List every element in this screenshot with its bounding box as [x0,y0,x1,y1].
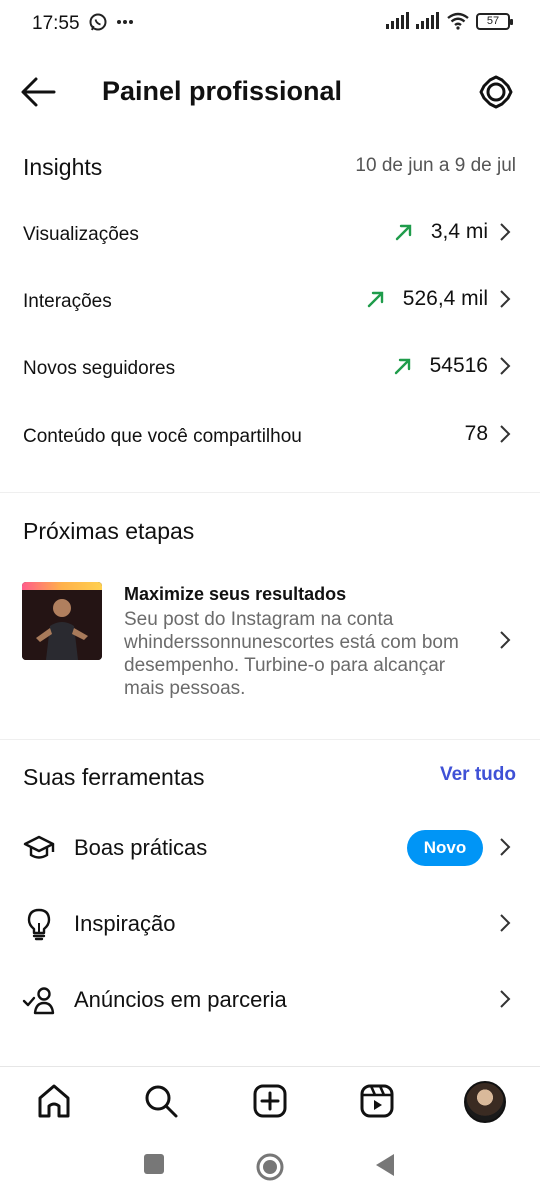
back-button[interactable] [18,74,58,110]
metric-value: 3,4 mi [430,220,488,243]
insights-title: Insights [23,154,103,180]
see-all-link[interactable]: Ver tudo [440,764,516,786]
home-circle-icon[interactable] [255,1152,285,1182]
header: Painel profissional [0,60,540,124]
promo-card[interactable]: Maximize seus resultados Seu post do Ins… [0,572,540,712]
back-triangle-icon[interactable] [372,1152,396,1178]
metric-value: 78 [464,422,488,445]
promo-body: Seu post do Instagram na conta whinderss… [124,609,459,699]
metric-row-visualizations[interactable]: Visualizações 3,4 mi [0,208,540,264]
metric-label: Novos seguidores [23,358,176,379]
metric-row-new-followers[interactable]: Novos seguidores 54516 [0,342,540,398]
status-left-icons [88,12,134,32]
search-icon [145,1085,178,1118]
home-icon [38,1084,70,1118]
metric-right: 3,4 mi [393,220,512,244]
tool-label: Boas práticas [74,835,208,860]
new-badge: Novo [407,830,483,866]
post-thumbnail [22,582,102,660]
metric-right: 526,4 mil [365,287,512,311]
partner-check-icon [22,987,55,1015]
nav-create[interactable] [250,1081,290,1121]
divider [0,492,540,493]
chevron-right-icon [500,914,511,932]
tools-title: Suas ferramentas [23,764,205,790]
trend-up-icon [395,224,412,241]
tool-row-inspiration[interactable]: Inspiração [0,891,540,955]
trend-up-icon [394,358,410,375]
post-thumbnail-image [22,590,102,660]
battery-icon: 57 [476,12,513,30]
chevron-right-icon [500,223,511,241]
nav-reels[interactable] [357,1081,397,1121]
divider [0,739,540,740]
status-time: 17:55 [32,13,80,34]
more-dots-icon [117,20,133,24]
wifi-icon [447,12,469,30]
chevron-right-icon [500,990,511,1008]
whatsapp-icon [89,13,107,31]
profile-avatar[interactable] [464,1081,506,1123]
metric-value: 54516 [429,354,488,377]
metric-row-content-shared[interactable]: Conteúdo que você compartilhou 78 [0,410,540,466]
chevron-right-icon [500,425,511,443]
signal-icon [386,12,409,29]
create-icon [253,1084,287,1118]
tool-row-best-practices[interactable]: Boas práticas Novo [0,815,540,879]
metric-label: Visualizações [23,224,139,245]
insights-date-range: 10 de jun a 9 de jul [355,155,516,176]
nav-home[interactable] [34,1081,74,1121]
promo-title: Maximize seus resultados [124,584,347,604]
graduation-cap-icon [23,835,55,859]
chevron-right-icon [500,357,511,375]
status-bar: 17:55 57 [0,0,540,50]
metric-label: Interações [23,291,112,312]
reels-icon [360,1084,394,1118]
system-navigation-bar [0,1136,540,1200]
settings-button[interactable] [478,74,514,110]
metric-right: 54516 [392,354,512,378]
metric-label: Conteúdo que você compartilhou [23,426,302,447]
chevron-right-icon [500,290,511,308]
tool-label: Inspiração [74,911,176,936]
metric-right: 78 [465,422,512,446]
next-steps-title: Próximas etapas [23,518,195,544]
tool-label: Anúncios em parceria [74,987,287,1012]
chevron-right-icon [500,631,511,649]
metric-value: 526,4 mil [402,287,488,310]
signal-icon [416,12,439,29]
bottom-nav [0,1066,540,1136]
page-title: Painel profissional [102,76,343,106]
chevron-right-icon [500,838,511,856]
status-right-icons: 57 [386,12,513,30]
trend-up-icon [367,291,383,308]
metric-row-interactions[interactable]: Interações 526,4 mil [0,275,540,331]
tool-row-partner-ads[interactable]: Anúncios em parceria [0,967,540,1031]
arrow-left-icon [21,77,56,107]
nav-search[interactable] [141,1081,181,1121]
recents-square-icon[interactable] [142,1152,166,1176]
lightbulb-icon [27,908,51,941]
gear-icon [479,75,513,109]
